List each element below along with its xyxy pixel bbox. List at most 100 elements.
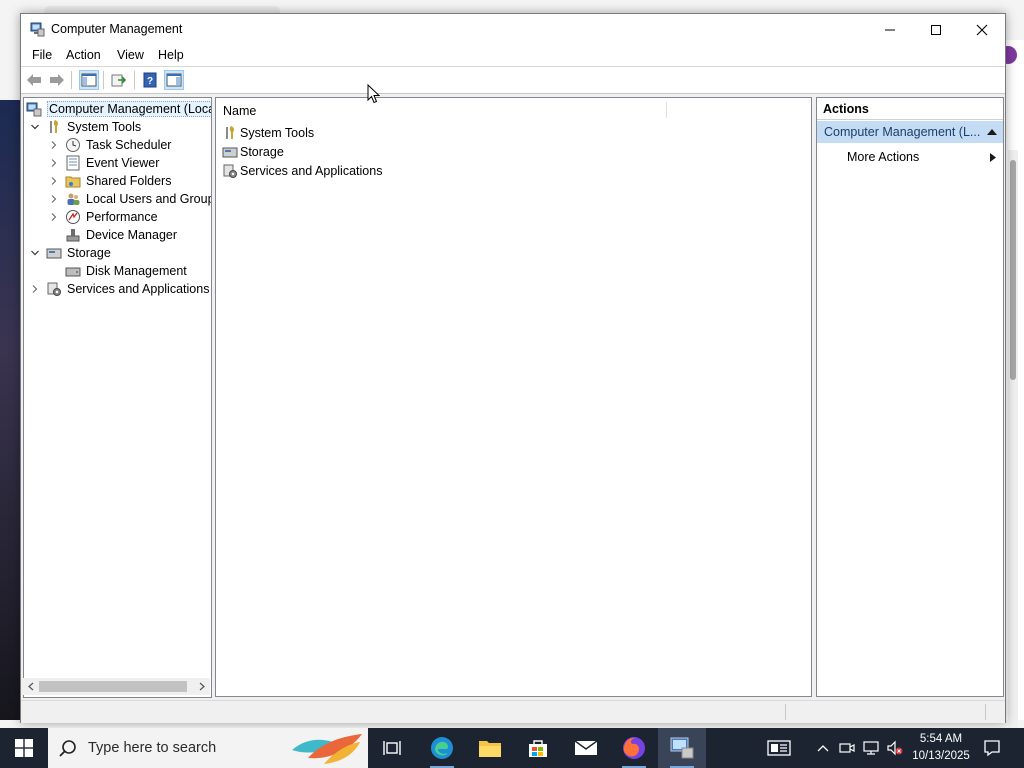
list-item[interactable]: System Tools [222,124,314,142]
tree-item-device-manager[interactable]: Device Manager [49,226,177,243]
tree-item-services-and-applications[interactable]: Services and Applications [30,280,209,297]
toolbar-separator [71,71,72,89]
tree-item-label: Event Viewer [86,155,160,170]
chevron-right-icon[interactable] [49,212,59,222]
services-icon [223,164,237,178]
meet-now-button[interactable] [836,728,858,768]
minimize-button[interactable] [867,14,913,45]
clock-icon [66,137,80,152]
news-widget-button[interactable] [762,728,796,768]
mail-icon [574,740,598,755]
show-hide-console-tree-icon[interactable] [79,70,99,90]
list-item-label: Storage [240,145,284,159]
edge-icon [431,737,453,759]
export-list-icon[interactable] [110,71,128,89]
windows-logo-icon [15,739,33,757]
taskbar-app-computer-management[interactable] [658,728,706,768]
search-icon [59,740,76,757]
notification-icon [984,740,1000,757]
tree-item-label: Shared Folders [86,173,172,188]
performance-icon [66,209,80,224]
tree-item-label: Task Scheduler [86,137,172,152]
background-window-edge [999,40,1024,750]
actions-pane: Actions Computer Management (L... More A… [816,97,1004,697]
tree-item-local-users-and-groups[interactable]: Local Users and Groups [49,190,212,207]
maximize-button[interactable] [913,14,959,45]
tree-item-disk-management[interactable]: Disk Management [49,262,187,279]
status-divider [785,704,786,720]
start-button[interactable] [0,728,48,768]
menu-action[interactable]: Action [66,48,101,62]
tree-item-label: Local Users and Groups [86,191,212,206]
scroll-left-icon[interactable] [27,682,35,691]
maximize-icon [931,24,941,35]
tree-item-event-viewer[interactable]: Event Viewer [49,154,159,171]
back-arrow-icon[interactable] [25,71,43,89]
tree-item-performance[interactable]: Performance [49,208,158,225]
taskbar-search-box[interactable]: Type here to search [48,728,368,768]
menu-help[interactable]: Help [158,48,184,62]
chevron-down-icon[interactable] [30,248,40,258]
list-item[interactable]: Storage [222,143,284,161]
scrollbar-thumb[interactable] [39,681,187,692]
store-icon [529,740,547,757]
task-view-button[interactable] [368,728,416,768]
tree-item-label: Computer Management (Local [47,100,211,117]
taskbar-app-firefox[interactable] [610,728,658,768]
collapse-up-icon[interactable] [987,128,997,135]
storage-icon [222,147,238,158]
taskbar-clock[interactable]: 5:54 AM 10/13/2025 [906,731,976,765]
column-name-header[interactable]: Name [223,104,256,118]
toolbar-separator [134,71,135,89]
forward-arrow-icon[interactable] [48,71,66,89]
network-button[interactable] [860,728,882,768]
submenu-arrow-icon[interactable] [990,153,996,162]
taskbar-app-edge[interactable] [418,728,466,768]
chevron-up-icon [817,745,829,752]
close-button[interactable] [959,14,1005,45]
taskbar-app-mail[interactable] [562,728,610,768]
menu-view[interactable]: View [117,48,144,62]
results-list[interactable]: Name System Tools Storage Services and A [215,97,812,697]
tree-horizontal-scrollbar[interactable] [23,678,210,695]
status-divider [985,704,986,720]
chevron-right-icon[interactable] [49,194,59,204]
console-tree[interactable]: Computer Management (Local System Tools … [23,97,212,698]
taskbar-app-file-explorer[interactable] [466,728,514,768]
tree-item-shared-folders[interactable]: Shared Folders [49,172,171,189]
tree-item-computer-management[interactable]: Computer Management (Local [26,100,211,117]
chevron-right-icon[interactable] [49,176,59,186]
actions-title: Actions [823,102,869,116]
volume-button[interactable] [884,728,906,768]
menu-file[interactable]: File [32,48,52,62]
tree-item-label: Services and Applications [67,281,210,296]
help-icon[interactable]: ? [141,71,159,89]
taskbar-app-store[interactable] [514,728,562,768]
minimize-icon [885,29,895,30]
system-tools-icon [50,119,59,133]
tree-item-task-scheduler[interactable]: Task Scheduler [49,136,171,153]
scroll-right-icon[interactable] [198,682,206,691]
notifications-button[interactable] [980,728,1004,768]
list-item[interactable]: Services and Applications [222,162,382,180]
chevron-right-icon[interactable] [30,284,40,294]
task-view-icon [383,741,401,755]
tree-item-system-tools[interactable]: System Tools [30,118,141,135]
window-title: Computer Management [51,22,183,36]
shared-folders-icon [65,176,81,187]
news-icon [767,740,791,756]
actions-header: Actions [817,98,1003,120]
tree-item-storage[interactable]: Storage [30,244,111,261]
more-actions-item[interactable]: More Actions [847,150,919,164]
tree-item-label: System Tools [67,119,142,134]
show-hidden-icons-button[interactable] [812,728,834,768]
chevron-right-icon[interactable] [49,158,59,168]
list-column-header[interactable]: Name [216,98,811,122]
show-hide-action-pane-icon[interactable] [164,70,184,90]
list-item-label: Services and Applications [240,164,383,178]
column-divider[interactable] [666,102,667,118]
actions-group-computer-management[interactable]: Computer Management (L... [817,121,1003,143]
chevron-right-icon[interactable] [49,140,59,150]
title-bar[interactable]: Computer Management [21,14,1005,45]
chevron-down-icon[interactable] [30,122,40,132]
